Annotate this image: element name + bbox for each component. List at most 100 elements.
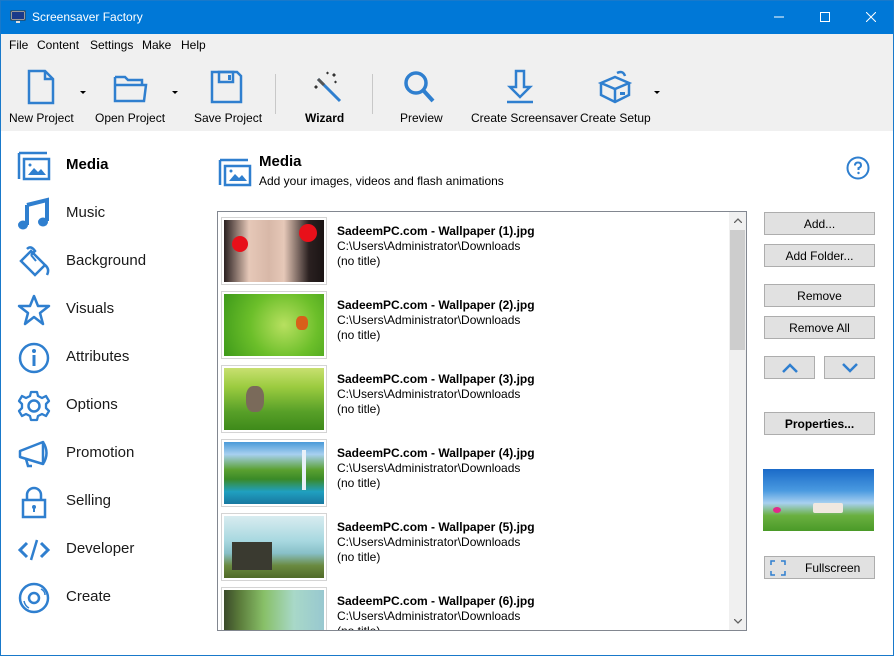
star-icon bbox=[17, 294, 51, 326]
new-project-dropdown[interactable] bbox=[80, 91, 86, 94]
item-filename: SadeemPC.com - Wallpaper (2).jpg bbox=[337, 298, 535, 312]
item-path: C:\Users\Administrator\Downloads bbox=[337, 313, 521, 327]
item-filename: SadeemPC.com - Wallpaper (3).jpg bbox=[337, 372, 535, 386]
list-item[interactable]: SadeemPC.com - Wallpaper (3).jpg C:\User… bbox=[221, 365, 726, 435]
media-header-icon bbox=[218, 158, 252, 187]
save-project-button[interactable]: Save Project bbox=[186, 56, 266, 131]
item-path: C:\Users\Administrator\Downloads bbox=[337, 239, 521, 253]
remove-all-button[interactable]: Remove All bbox=[764, 316, 875, 339]
open-project-button[interactable]: Open Project bbox=[91, 56, 171, 131]
scroll-thumb[interactable] bbox=[730, 230, 745, 350]
list-item[interactable]: SadeemPC.com - Wallpaper (1).jpg C:\User… bbox=[221, 217, 726, 287]
sidebar-label-music: Music bbox=[66, 204, 106, 221]
sidebar-item-developer[interactable]: Developer bbox=[1, 527, 201, 571]
menu-content[interactable]: Content bbox=[37, 38, 79, 52]
item-title: (no title) bbox=[337, 624, 381, 631]
sidebar-item-background[interactable]: Background bbox=[1, 239, 201, 283]
new-project-button[interactable]: New Project bbox=[1, 56, 81, 131]
save-project-label: Save Project bbox=[194, 111, 263, 125]
add-button[interactable]: Add... bbox=[764, 212, 875, 235]
list-item[interactable]: SadeemPC.com - Wallpaper (4).jpg C:\User… bbox=[221, 439, 726, 509]
properties-button[interactable]: Properties... bbox=[764, 412, 875, 435]
create-setup-dropdown[interactable] bbox=[654, 91, 660, 94]
item-path: C:\Users\Administrator\Downloads bbox=[337, 461, 521, 475]
item-filename: SadeemPC.com - Wallpaper (4).jpg bbox=[337, 446, 535, 460]
open-project-label: Open Project bbox=[95, 111, 166, 125]
fullscreen-icon bbox=[770, 560, 786, 576]
item-path: C:\Users\Administrator\Downloads bbox=[337, 535, 521, 549]
thumbnail bbox=[221, 291, 327, 359]
open-project-dropdown[interactable] bbox=[172, 91, 178, 94]
gear-icon bbox=[17, 390, 51, 422]
sidebar-item-media[interactable]: Media bbox=[1, 143, 201, 187]
thumbnail-image bbox=[224, 294, 324, 356]
sidebar-item-attributes[interactable]: Attributes bbox=[1, 335, 201, 379]
folder-open-icon bbox=[113, 75, 148, 103]
item-path: C:\Users\Administrator\Downloads bbox=[337, 387, 521, 401]
close-button[interactable] bbox=[848, 1, 894, 33]
toolbar-separator bbox=[372, 74, 373, 114]
lock-icon bbox=[21, 486, 47, 519]
new-file-icon bbox=[27, 69, 55, 105]
list-item[interactable]: SadeemPC.com - Wallpaper (5).jpg C:\User… bbox=[221, 513, 726, 583]
save-disk-icon bbox=[210, 70, 243, 104]
media-list[interactable]: SadeemPC.com - Wallpaper (1).jpg C:\User… bbox=[217, 211, 747, 631]
window-title: Screensaver Factory bbox=[32, 10, 143, 24]
menu-settings[interactable]: Settings bbox=[90, 38, 133, 52]
menu-bar: File Content Settings Make Help bbox=[1, 34, 893, 56]
menu-make[interactable]: Make bbox=[142, 38, 171, 52]
preview-image bbox=[763, 469, 874, 531]
thumbnail-image bbox=[224, 516, 324, 578]
scroll-up-button[interactable] bbox=[729, 212, 746, 229]
chevron-down-icon bbox=[733, 619, 742, 624]
item-title: (no title) bbox=[337, 550, 381, 564]
magnifier-icon bbox=[404, 71, 435, 103]
scroll-down-button[interactable] bbox=[729, 613, 746, 630]
sidebar-label-promotion: Promotion bbox=[66, 444, 135, 461]
maximize-button[interactable] bbox=[802, 1, 848, 33]
thumbnail bbox=[221, 587, 327, 630]
sidebar-item-music[interactable]: Music bbox=[1, 191, 201, 235]
create-setup-label: Create Setup bbox=[580, 111, 651, 125]
list-item[interactable]: SadeemPC.com - Wallpaper (2).jpg C:\User… bbox=[221, 291, 726, 361]
thumbnail-image bbox=[224, 368, 324, 430]
preview-button[interactable]: Preview bbox=[391, 56, 451, 131]
move-down-button[interactable] bbox=[824, 356, 875, 379]
magic-wand-icon bbox=[314, 71, 342, 103]
sidebar-item-selling[interactable]: Selling bbox=[1, 479, 201, 523]
sidebar-item-options[interactable]: Options bbox=[1, 383, 201, 427]
item-path: C:\Users\Administrator\Downloads bbox=[337, 609, 521, 623]
menu-file[interactable]: File bbox=[9, 38, 28, 52]
sidebar-item-promotion[interactable]: Promotion bbox=[1, 431, 201, 475]
minimize-icon bbox=[774, 16, 784, 18]
item-title: (no title) bbox=[337, 254, 381, 268]
minimize-button[interactable] bbox=[756, 1, 802, 33]
fullscreen-button[interactable]: Fullscreen bbox=[764, 556, 875, 579]
sidebar-item-create[interactable]: Create bbox=[1, 575, 201, 619]
disc-icon bbox=[18, 582, 50, 614]
app-monitor-icon bbox=[10, 10, 26, 23]
page-title: Media bbox=[259, 153, 302, 170]
wizard-button[interactable]: Wizard bbox=[291, 56, 361, 131]
move-up-button[interactable] bbox=[764, 356, 815, 379]
add-folder-button[interactable]: Add Folder... bbox=[764, 244, 875, 267]
vertical-scrollbar[interactable] bbox=[729, 212, 746, 630]
create-setup-button[interactable]: Create Setup bbox=[577, 56, 652, 131]
sidebar: Media Music Background Visuals Attribute… bbox=[1, 131, 201, 656]
item-filename: SadeemPC.com - Wallpaper (5).jpg bbox=[337, 520, 535, 534]
preview-label: Preview bbox=[400, 111, 443, 125]
menu-help[interactable]: Help bbox=[181, 38, 206, 52]
thumbnail-image bbox=[224, 220, 324, 282]
info-icon bbox=[18, 342, 50, 374]
create-screensaver-button[interactable]: Create Screensaver bbox=[469, 56, 578, 131]
thumbnail-image bbox=[224, 590, 324, 630]
media-icon bbox=[17, 151, 51, 181]
help-icon[interactable] bbox=[846, 156, 870, 180]
fullscreen-label: Fullscreen bbox=[805, 561, 861, 575]
remove-button[interactable]: Remove bbox=[764, 284, 875, 307]
toolbar-separator bbox=[275, 74, 276, 114]
list-item[interactable]: SadeemPC.com - Wallpaper (6).jpg C:\User… bbox=[221, 587, 726, 631]
sidebar-label-attributes: Attributes bbox=[66, 348, 130, 365]
sidebar-item-visuals[interactable]: Visuals bbox=[1, 287, 201, 331]
chevron-down-icon bbox=[841, 362, 858, 373]
